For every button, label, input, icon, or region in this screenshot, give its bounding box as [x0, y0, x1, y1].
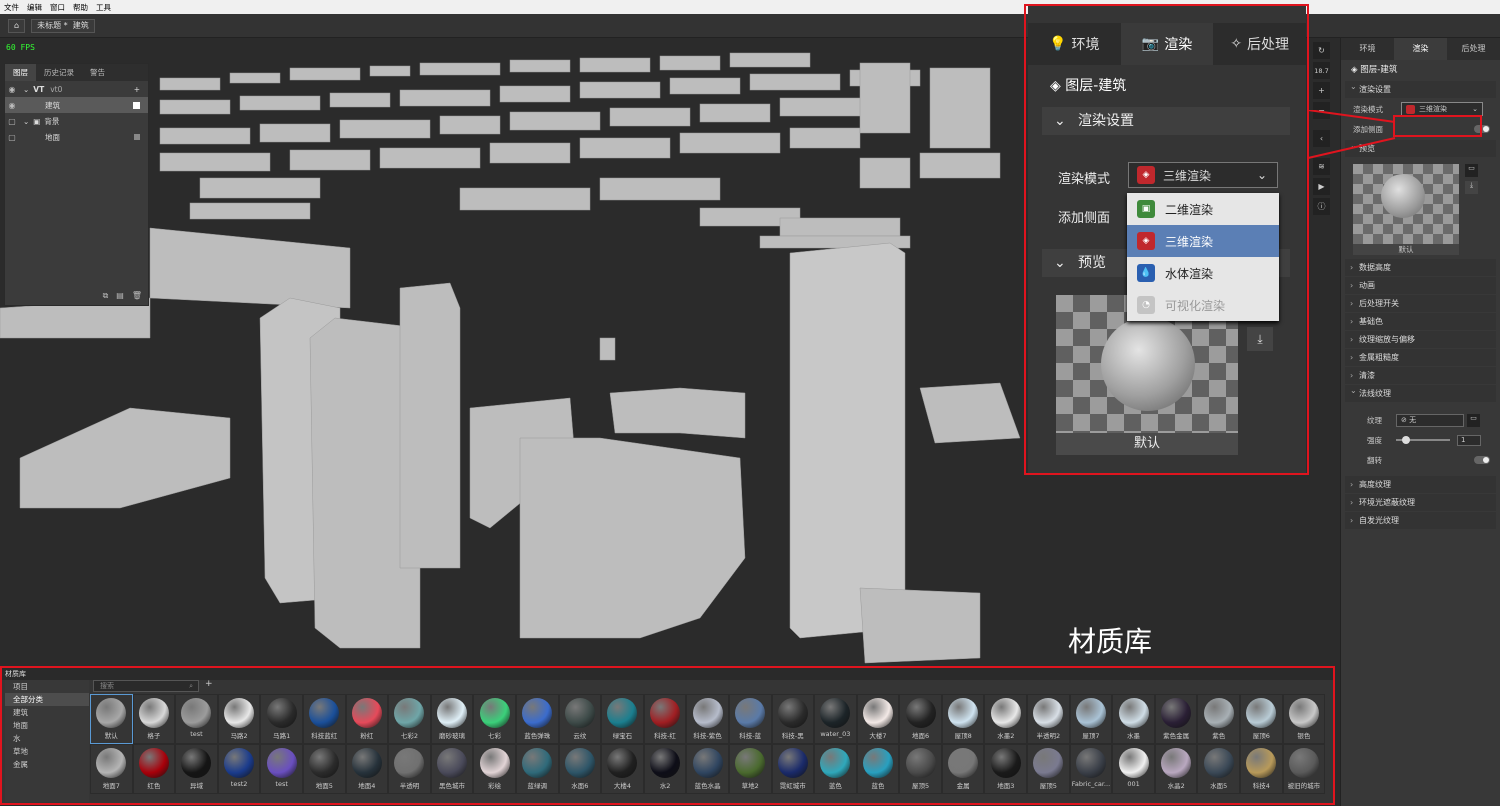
section-height-texture[interactable]: 高度纹理 [1345, 476, 1496, 493]
layer-label: VT [33, 84, 45, 94]
3d-render-icon [1406, 104, 1415, 114]
layers-panel: 图层 历史记录 警告 ◉ ⌄ VT vt0 + ◉ 建筑 ▢ ⌄ ▣ 背景 ▢ … [4, 63, 149, 306]
save-icon[interactable]: ▤ [116, 291, 124, 301]
texture-row: 纹理 ⊘ 无 ▭ [1341, 410, 1500, 430]
annotation-library-frame [0, 666, 1335, 805]
folder-icon[interactable]: ▭ [1467, 413, 1480, 427]
tab-layers[interactable]: 图层 [5, 64, 36, 81]
tab-environment[interactable]: 环境 [1341, 38, 1394, 60]
preview-area: 默认 ▭ ⤓ [1341, 158, 1500, 258]
slider-handle[interactable] [1402, 436, 1410, 444]
render-mode-select[interactable]: 三维渲染 ⌄ [1401, 102, 1483, 116]
layer-row-ground[interactable]: ▢ 地面 [5, 129, 148, 145]
document-title: 未标题 * [37, 21, 68, 30]
section-emissive-texture[interactable]: 自发光纹理 [1345, 512, 1496, 529]
layer-breadcrumb: 建筑 [72, 21, 89, 30]
annotation-connector [1307, 110, 1396, 159]
layer-sublabel: vt0 [50, 84, 63, 94]
section-postprocess-switch[interactable]: 后处理开关 [1345, 295, 1496, 312]
section-data-height[interactable]: 数据高度 [1345, 259, 1496, 276]
eye-icon[interactable]: ◉ [5, 101, 19, 110]
info-icon[interactable]: ⓘ [1313, 198, 1330, 215]
layer-label: 建筑 [45, 100, 60, 110]
layers-footer: ⧉ ▤ 🗑 [103, 291, 142, 301]
section-base-color[interactable]: 基础色 [1345, 313, 1496, 330]
menu-window[interactable]: 窗口 [46, 2, 69, 13]
section-texture-scale[interactable]: 纹理缩放与偏移 [1345, 331, 1496, 348]
layer-label: 地面 [45, 132, 60, 142]
menu-edit[interactable]: 编辑 [23, 2, 46, 13]
reset-icon[interactable]: ↻ [1313, 42, 1330, 59]
zoom-readout: 18.7 [1313, 62, 1330, 79]
section-render-settings[interactable]: 渲染设置 [1345, 78, 1496, 98]
tab-warnings[interactable]: 警告 [82, 64, 113, 81]
texture-label: 纹理 [1367, 415, 1382, 425]
tab-render[interactable]: 渲染 [1394, 38, 1447, 60]
checkbox-icon[interactable]: ▢ [5, 133, 19, 142]
layers-tabs: 图层 历史记录 警告 [5, 64, 148, 81]
preview-image [1353, 164, 1459, 246]
chevron-down-icon[interactable]: ⌄ [23, 85, 29, 94]
tab-history[interactable]: 历史记录 [36, 64, 82, 81]
section-ao-texture[interactable]: 环境光遮蔽纹理 [1345, 494, 1496, 511]
texture-value: 无 [1409, 415, 1417, 424]
strength-input[interactable]: 1 [1457, 434, 1481, 446]
library-caption: 材质库 [1068, 625, 1153, 658]
tab-postprocess[interactable]: 后处理 [1447, 38, 1500, 60]
strength-row: 强度 1 [1341, 430, 1500, 450]
texture-select[interactable]: ⊘ 无 [1396, 413, 1464, 427]
panel-title-text: 图层-建筑 [1360, 65, 1398, 75]
chevron-down-icon: ⌄ [1472, 105, 1478, 113]
download-icon[interactable]: ⤓ [1465, 181, 1478, 194]
copy-icon[interactable]: ⧉ [103, 291, 109, 301]
flip-row: 翻转 [1341, 450, 1500, 470]
folder-icon[interactable]: ▭ [1465, 164, 1478, 177]
fps-counter: 60 FPS [6, 43, 35, 52]
image-icon: ▣ [33, 116, 41, 126]
preview-sphere [1381, 174, 1425, 218]
layer-row-vt[interactable]: ◉ ⌄ VT vt0 + [5, 81, 148, 97]
checkbox-icon[interactable]: ▢ [5, 117, 19, 126]
layer-row-background[interactable]: ▢ ⌄ ▣ 背景 [5, 113, 148, 129]
eye-icon[interactable]: ◉ [5, 85, 19, 94]
document-tab[interactable]: 未标题 * 建筑 [31, 18, 95, 33]
menu-help[interactable]: 帮助 [69, 2, 92, 13]
add-icon[interactable]: + [134, 85, 140, 94]
preview-caption: 默认 [1353, 244, 1459, 255]
section-metal-rough[interactable]: 金属粗糙度 [1345, 349, 1496, 366]
play-icon[interactable]: ▶ [1313, 178, 1330, 195]
strength-slider[interactable] [1396, 436, 1450, 444]
layer-color-swatch[interactable] [134, 134, 140, 140]
chevron-down-icon[interactable]: ⌄ [23, 117, 29, 126]
section-animation[interactable]: 动画 [1345, 277, 1496, 294]
properties-tabs: 环境 渲染 后处理 [1341, 38, 1500, 60]
flip-label: 翻转 [1367, 455, 1382, 465]
flip-toggle[interactable] [1474, 456, 1490, 464]
layer-color-swatch[interactable] [133, 101, 140, 109]
annotation-zoom-frame [1024, 4, 1309, 475]
zoom-in-button[interactable]: + [1313, 82, 1330, 99]
menu-file[interactable]: 文件 [0, 2, 23, 13]
strength-label: 强度 [1367, 435, 1382, 445]
menu-tools[interactable]: 工具 [92, 2, 115, 13]
section-clearcoat[interactable]: 清漆 [1345, 367, 1496, 384]
home-icon[interactable]: ⌂ [8, 18, 26, 33]
layer-label: 背景 [44, 116, 60, 126]
section-normal-texture[interactable]: 法线纹理 [1345, 382, 1496, 402]
panel-title: ◈ 图层-建筑 [1351, 65, 1398, 75]
layer-row-buildings[interactable]: ◉ 建筑 [5, 97, 148, 113]
annotation-box-small [1393, 115, 1482, 137]
render-mode-value: 三维渲染 [1419, 105, 1447, 113]
trash-icon[interactable]: 🗑 [132, 291, 142, 301]
